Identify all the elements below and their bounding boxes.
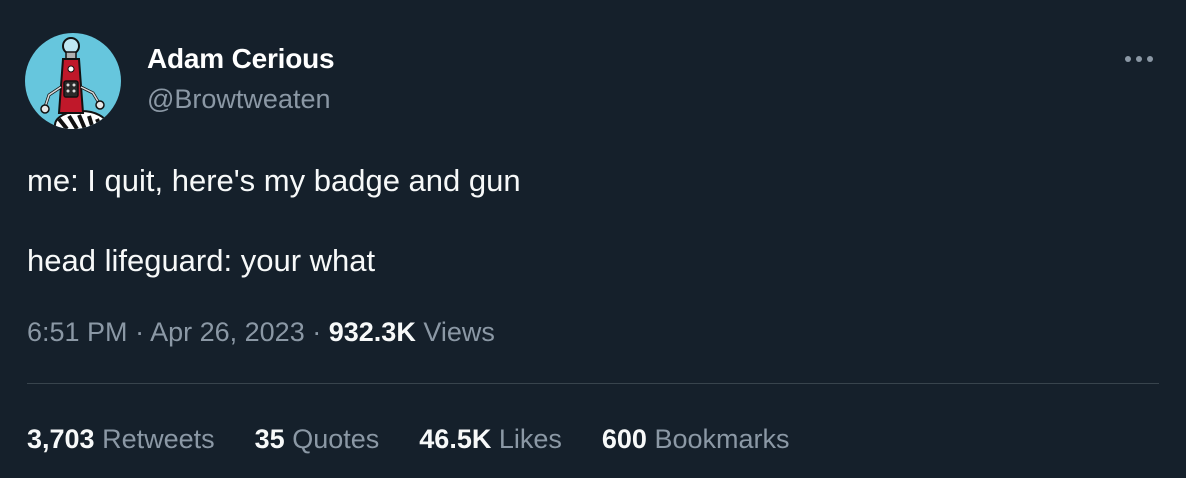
meta-separator: · [135,317,145,347]
author-display-name[interactable]: Adam Cerious [147,42,335,76]
views-count: 932.3K [328,317,416,347]
robot-avatar-icon [25,33,121,129]
stat-count: 600 [601,424,647,454]
more-horizontal-icon [1125,56,1153,62]
stat-label: Likes [498,424,562,454]
tweet-line: me: I quit, here's my badge and gun [27,163,521,198]
stat-count: 35 [254,424,285,454]
more-options-button[interactable] [1122,44,1156,74]
stat-label: Retweets [102,424,215,454]
tweet-time[interactable]: 6:51 PM [27,317,128,347]
views-label: Views [423,317,495,347]
tweet-text: me: I quit, here's my badge and gun head… [27,160,1157,282]
tweet-card: Adam Cerious @Browtweaten me: I quit, he… [0,0,1186,478]
tweet-meta: 6:51 PM · Apr 26, 2023 · 932.3K Views [27,314,495,350]
tweet-date[interactable]: Apr 26, 2023 [150,317,305,347]
stat-count: 46.5K [419,424,492,454]
stat-count: 3,703 [27,424,95,454]
avatar[interactable] [25,33,121,129]
stat-retweets[interactable]: 3,703 Retweets [27,421,215,457]
stat-quotes[interactable]: 35 Quotes [255,421,380,457]
author-handle[interactable]: @Browtweaten [147,83,334,115]
stat-label: Quotes [292,424,380,454]
stat-bookmarks[interactable]: 600 Bookmarks [602,421,790,457]
stat-label: Bookmarks [654,424,790,454]
meta-separator: · [312,317,322,347]
author-info: Adam Cerious @Browtweaten [147,42,335,115]
stat-likes[interactable]: 46.5K Likes [419,421,562,457]
engagement-stats: 3,703 Retweets 35 Quotes 46.5K Likes 600… [27,421,830,457]
divider [27,383,1159,384]
tweet-line: head lifeguard: your what [27,243,376,278]
